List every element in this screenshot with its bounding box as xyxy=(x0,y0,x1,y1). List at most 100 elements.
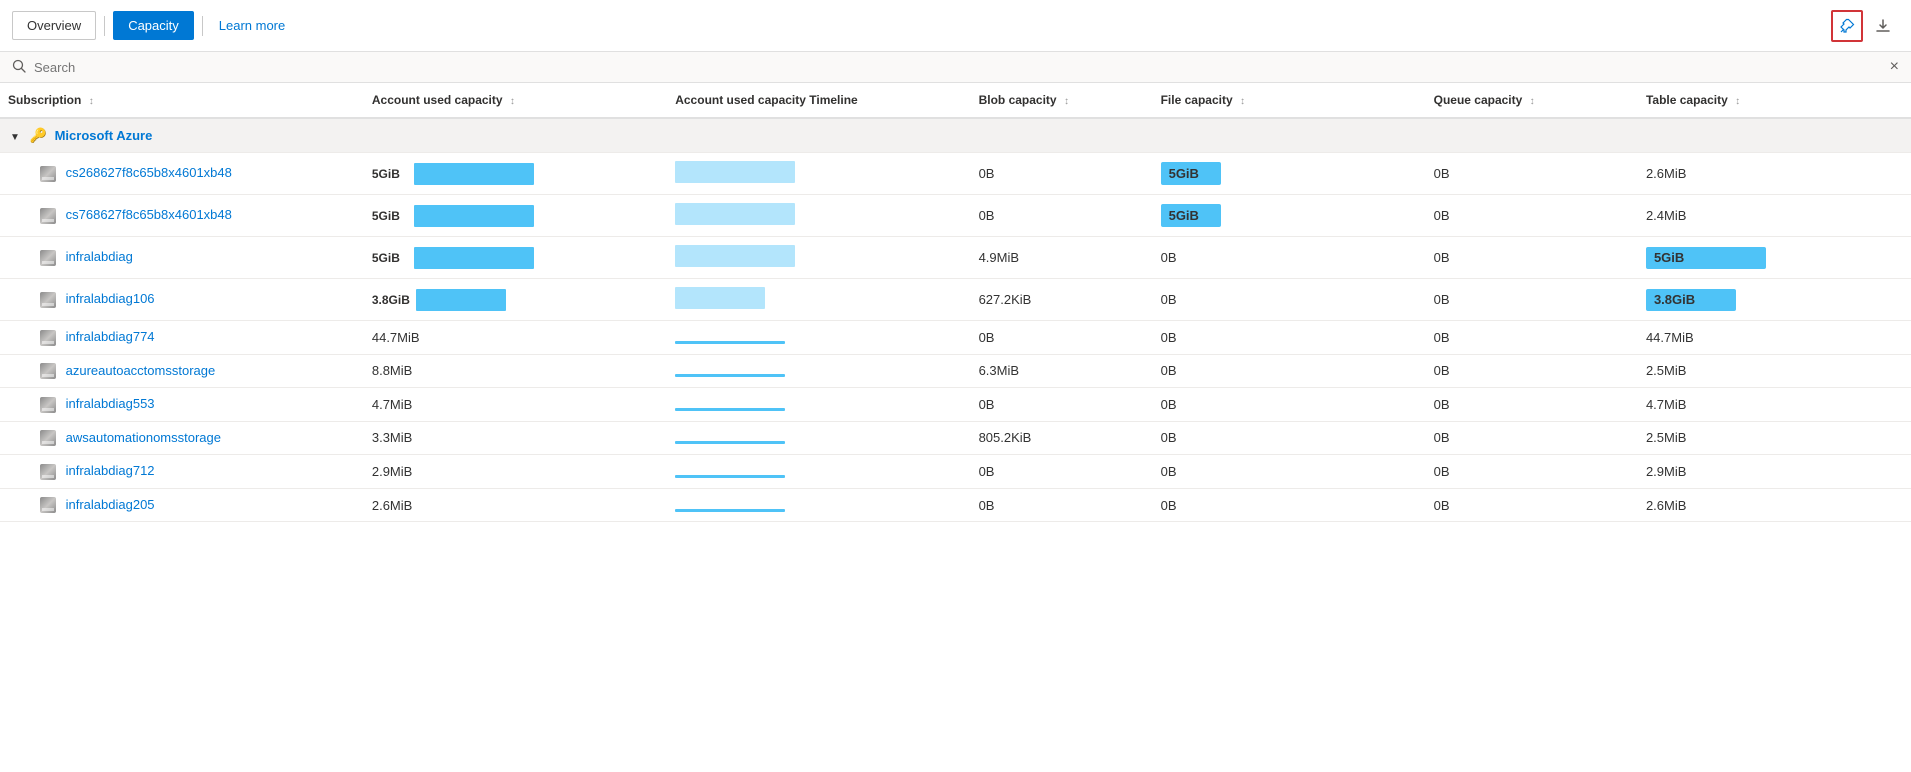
account-name-link[interactable]: infralabdiag205 xyxy=(66,497,155,512)
learn-more-link[interactable]: Learn more xyxy=(211,12,293,39)
acct-used-value: 5GiB xyxy=(372,251,408,265)
pin-icon xyxy=(1839,18,1855,34)
group-key-icon: 🔑 xyxy=(30,127,47,143)
cell-file: 0B xyxy=(1153,354,1426,388)
col-header-timeline[interactable]: Account used capacity Timeline xyxy=(667,83,970,118)
blob-value: 0B xyxy=(979,330,995,345)
table-row: infralabdiag774 44.7MiB0B0B0B44.7MiB xyxy=(0,321,1911,355)
cell-table: 3.8GiB xyxy=(1638,279,1911,321)
blob-value: 0B xyxy=(979,397,995,412)
queue-value: 0B xyxy=(1434,208,1450,223)
pin-button[interactable] xyxy=(1831,10,1863,42)
table-cap-value: 2.4MiB xyxy=(1646,208,1686,223)
queue-value: 0B xyxy=(1434,464,1450,479)
account-name-link[interactable]: cs268627f8c65b8x4601xb48 xyxy=(66,165,232,180)
account-name-link[interactable]: infralabdiag553 xyxy=(66,396,155,411)
cell-blob: 4.9MiB xyxy=(971,237,1153,279)
search-input[interactable] xyxy=(34,60,1890,75)
file-cap-value: 5GiB xyxy=(1161,162,1221,185)
acct-used-bar xyxy=(414,163,534,185)
expand-icon[interactable]: ▼ xyxy=(10,132,20,143)
cell-file: 0B xyxy=(1153,421,1426,455)
cell-subscription: infralabdiag553 xyxy=(0,388,364,422)
account-name-link[interactable]: infralabdiag106 xyxy=(66,291,155,306)
sort-icon-blob[interactable]: ↕ xyxy=(1064,96,1069,107)
blob-value: 627.2KiB xyxy=(979,292,1032,307)
cell-file: 5GiB xyxy=(1153,195,1426,237)
sort-icon-acct-used[interactable]: ↕ xyxy=(510,96,515,107)
download-button[interactable] xyxy=(1867,10,1899,42)
acct-used-bar xyxy=(414,247,534,269)
col-header-blob[interactable]: Blob capacity ↕ xyxy=(971,83,1153,118)
table-cap-bar: 5GiB xyxy=(1646,247,1766,269)
cell-queue: 0B xyxy=(1426,488,1638,522)
overview-button[interactable]: Overview xyxy=(12,11,96,40)
col-header-acct-used[interactable]: Account used capacity ↕ xyxy=(364,83,667,118)
cell-table: 4.7MiB xyxy=(1638,388,1911,422)
sort-icon-subscription[interactable]: ↕ xyxy=(89,96,94,107)
storage-icon xyxy=(40,208,56,224)
cell-timeline xyxy=(667,237,970,279)
cell-acct-used: 2.9MiB xyxy=(364,455,667,489)
col-header-queue[interactable]: Queue capacity ↕ xyxy=(1426,83,1638,118)
file-cap-value: 0B xyxy=(1161,464,1177,479)
search-icon xyxy=(12,59,26,76)
storage-icon xyxy=(40,464,56,480)
table-cap-value: 44.7MiB xyxy=(1646,330,1694,345)
cell-blob: 6.3MiB xyxy=(971,354,1153,388)
queue-value: 0B xyxy=(1434,166,1450,181)
table-cap-value: 2.5MiB xyxy=(1646,363,1686,378)
cell-file: 0B xyxy=(1153,388,1426,422)
col-header-table[interactable]: Table capacity ↕ xyxy=(1638,83,1911,118)
acct-used-bar xyxy=(414,205,534,227)
cell-acct-used: 4.7MiB xyxy=(364,388,667,422)
cell-blob: 0B xyxy=(971,455,1153,489)
table-row: cs768627f8c65b8x4601xb48 5GiB 0B5GiB0B2.… xyxy=(0,195,1911,237)
file-cap-value: 0B xyxy=(1161,250,1177,265)
cell-blob: 805.2KiB xyxy=(971,421,1153,455)
acct-used-value: 3.3MiB xyxy=(372,430,412,445)
cell-timeline xyxy=(667,354,970,388)
cell-subscription: infralabdiag712 xyxy=(0,455,364,489)
cell-table: 2.9MiB xyxy=(1638,455,1911,489)
file-cap-value: 0B xyxy=(1161,292,1177,307)
cell-acct-used: 2.6MiB xyxy=(364,488,667,522)
account-name-link[interactable]: azureautoacctomsstorage xyxy=(66,363,216,378)
sort-icon-file[interactable]: ↕ xyxy=(1240,96,1245,107)
top-nav: Overview Capacity Learn more xyxy=(0,0,1911,52)
cell-subscription: infralabdiag774 xyxy=(0,321,364,355)
account-name-link[interactable]: infralabdiag712 xyxy=(66,463,155,478)
account-name-link[interactable]: cs768627f8c65b8x4601xb48 xyxy=(66,207,232,222)
table-row: awsautomationomsstorage 3.3MiB 805.2KiB 0B… xyxy=(0,421,1911,455)
col-header-subscription[interactable]: Subscription ↕ xyxy=(0,83,364,118)
search-clear-button[interactable]: × xyxy=(1890,58,1899,76)
account-name-link[interactable]: infralabdiag xyxy=(66,249,133,264)
sort-icon-table[interactable]: ↕ xyxy=(1735,96,1740,107)
capacity-button[interactable]: Capacity xyxy=(113,11,194,40)
cell-timeline xyxy=(667,488,970,522)
cell-blob: 0B xyxy=(971,388,1153,422)
acct-used-bar xyxy=(416,289,506,311)
timeline-bar xyxy=(675,161,795,183)
acct-used-value: 5GiB xyxy=(372,209,408,223)
table-cap-value: 2.9MiB xyxy=(1646,464,1686,479)
timeline-bar xyxy=(675,441,785,444)
cell-table: 44.7MiB xyxy=(1638,321,1911,355)
sort-icon-queue[interactable]: ↕ xyxy=(1530,96,1535,107)
acct-used-value: 8.8MiB xyxy=(372,363,412,378)
cell-file: 0B xyxy=(1153,488,1426,522)
acct-used-value: 44.7MiB xyxy=(372,330,420,345)
cell-blob: 0B xyxy=(971,321,1153,355)
cell-acct-used: 3.3MiB xyxy=(364,421,667,455)
blob-value: 805.2KiB xyxy=(979,430,1032,445)
queue-value: 0B xyxy=(1434,250,1450,265)
cell-timeline xyxy=(667,388,970,422)
account-name-link[interactable]: awsautomationomsstorage xyxy=(66,430,221,445)
cell-file: 0B xyxy=(1153,237,1426,279)
account-name-link[interactable]: infralabdiag774 xyxy=(66,329,155,344)
cell-queue: 0B xyxy=(1426,455,1638,489)
group-name-link[interactable]: Microsoft Azure xyxy=(55,128,153,143)
nav-divider-1 xyxy=(104,16,105,36)
cell-table: 2.4MiB xyxy=(1638,195,1911,237)
col-header-file[interactable]: File capacity ↕ xyxy=(1153,83,1426,118)
